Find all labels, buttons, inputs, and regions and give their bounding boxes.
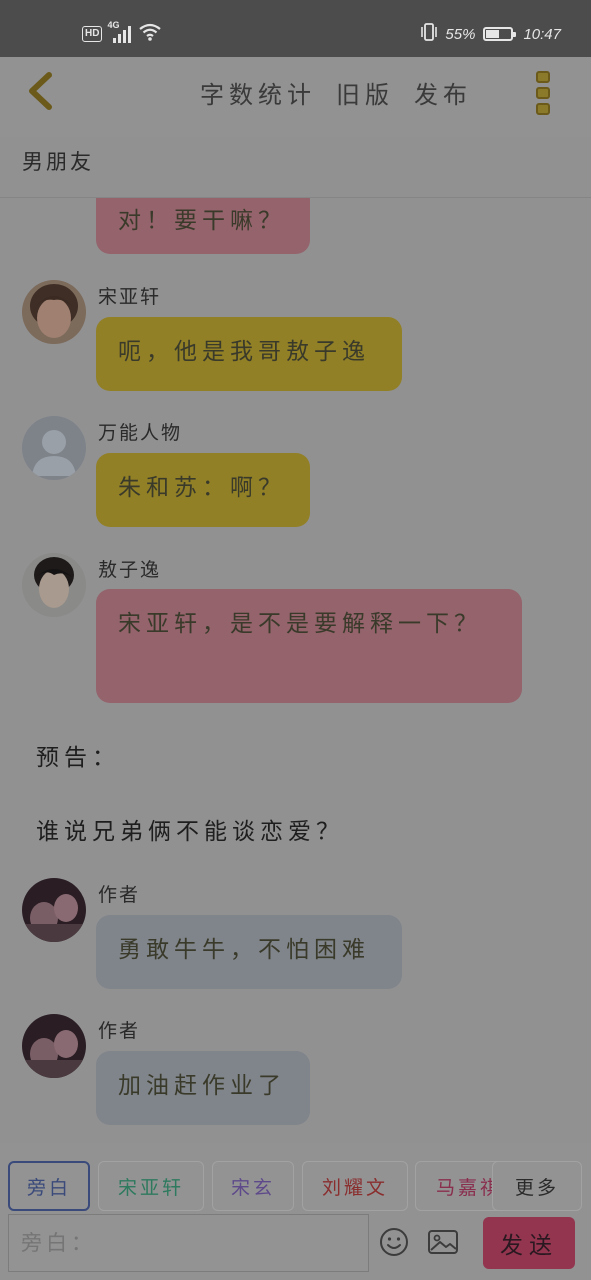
- role-chip-song-yaxuan[interactable]: 宋亚轩: [98, 1161, 204, 1211]
- message-bubble[interactable]: 宋亚轩，是不是要解释一下？: [96, 589, 522, 703]
- publish-button[interactable]: 发布: [414, 75, 472, 110]
- wifi-icon: [138, 22, 162, 46]
- message-bubble[interactable]: 朱和苏：啊？: [96, 453, 310, 527]
- top-actions: 字数统计 旧版 发布: [200, 75, 472, 110]
- sender-name: 敖子逸: [98, 559, 162, 581]
- role-chip-label: 更多: [514, 1176, 559, 1199]
- boy-photo-avatar[interactable]: [22, 280, 86, 344]
- chevron-left-icon: [23, 71, 57, 115]
- vibrate-icon: [419, 22, 439, 46]
- role-chip-liu-yaowen[interactable]: 刘耀文: [302, 1161, 408, 1211]
- role-chip-more[interactable]: 更多: [492, 1161, 582, 1211]
- author-photo-avatar[interactable]: [22, 1014, 86, 1078]
- top-bar: 字数统计 旧版 发布: [0, 57, 591, 137]
- send-button[interactable]: 发送: [483, 1217, 575, 1269]
- chat-area[interactable]: 对！要干嘛？ 宋亚轩 呃，他是我哥敖子逸 万能人物 朱和苏：啊？ 敖子逸 宋亚轩…: [0, 198, 591, 1143]
- author-photo-avatar[interactable]: [22, 878, 86, 942]
- signal-icon: 4G: [107, 20, 133, 44]
- story-title: 男朋友: [22, 150, 94, 174]
- sender-name: 作者: [98, 1020, 141, 1042]
- message-input[interactable]: [8, 1214, 369, 1272]
- boy-photo-avatar-2[interactable]: [22, 553, 86, 617]
- message-bubble[interactable]: 加油赶作业了: [96, 1051, 310, 1125]
- default-person-avatar[interactable]: [22, 416, 86, 480]
- hd-badge: HD: [82, 26, 103, 42]
- emoji-button[interactable]: [377, 1227, 411, 1261]
- more-button[interactable]: [530, 69, 556, 117]
- narration-text: 谁说兄弟俩不能谈恋爱？: [36, 819, 344, 845]
- role-chip-label: 宋玄: [230, 1176, 275, 1199]
- status-bar: HD 4G 55% 10:47: [0, 0, 591, 57]
- image-button[interactable]: [426, 1227, 460, 1261]
- smiley-icon: [378, 1226, 410, 1262]
- word-count-button[interactable]: 字数统计: [200, 75, 316, 110]
- status-right: 55% 10:47: [419, 22, 561, 46]
- message-input-field[interactable]: [21, 1231, 356, 1255]
- sender-name: 作者: [98, 884, 141, 906]
- more-vertical-icon: [536, 71, 550, 83]
- old-version-button[interactable]: 旧版: [336, 75, 394, 110]
- battery-icon: [483, 27, 517, 41]
- role-chip-label: 旁白: [26, 1176, 71, 1199]
- message-bubble[interactable]: 对！要干嘛？: [96, 198, 310, 254]
- battery-percent: 55%: [445, 25, 476, 43]
- composer-bar: 旁白 宋亚轩 宋玄 刘耀文 马嘉祺 更多 旁白： 发送: [0, 1143, 591, 1280]
- more-dot: [536, 103, 550, 115]
- image-icon: [427, 1226, 459, 1262]
- message-bubble[interactable]: 呃，他是我哥敖子逸: [96, 317, 402, 391]
- role-chip-narrator[interactable]: 旁白: [8, 1161, 90, 1211]
- more-dot: [536, 87, 550, 99]
- role-chip-label: 刘耀文: [321, 1176, 388, 1199]
- sender-name: 万能人物: [98, 422, 183, 444]
- message-bubble[interactable]: 勇敢牛牛，不怕困难: [96, 915, 402, 989]
- role-chip-label: 宋亚轩: [117, 1176, 184, 1199]
- back-button[interactable]: [16, 69, 64, 117]
- battery-fill: [486, 30, 500, 38]
- status-left: HD 4G: [82, 20, 162, 46]
- role-chip-song-xuan[interactable]: 宋玄: [212, 1161, 294, 1211]
- narration-text: 预告：: [36, 745, 120, 771]
- sender-name: 宋亚轩: [98, 286, 162, 308]
- clock: 10:47: [523, 25, 561, 43]
